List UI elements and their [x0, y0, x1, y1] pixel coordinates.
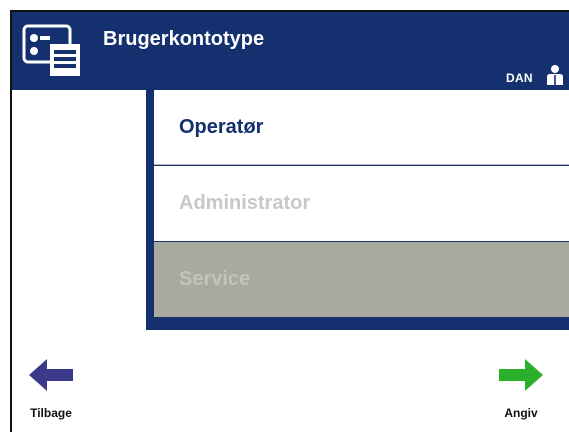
- language-indicator[interactable]: DAN: [506, 71, 533, 85]
- account-type-administrator[interactable]: Administrator: [154, 166, 569, 241]
- page-title: Brugerkontotype: [103, 28, 265, 50]
- user-icon[interactable]: [544, 64, 566, 86]
- forward-button[interactable]: Angiv: [498, 358, 544, 420]
- account-type-icon: [22, 24, 80, 76]
- account-type-operator-label: Operatør: [179, 115, 264, 138]
- back-button[interactable]: Tilbage: [28, 358, 74, 420]
- account-type-list: Operatør Administrator Service: [146, 90, 569, 330]
- account-type-administrator-label: Administrator: [179, 192, 311, 214]
- arrow-right-icon: [499, 359, 543, 391]
- account-type-service[interactable]: Service: [154, 242, 569, 317]
- header-bar: Brugerkontotype DAN: [12, 12, 569, 90]
- back-label: Tilbage: [30, 406, 72, 420]
- account-type-service-label: Service: [179, 268, 251, 290]
- arrow-left-icon: [29, 359, 73, 391]
- forward-label: Angiv: [504, 406, 538, 420]
- account-type-operator[interactable]: Operatør: [154, 90, 569, 165]
